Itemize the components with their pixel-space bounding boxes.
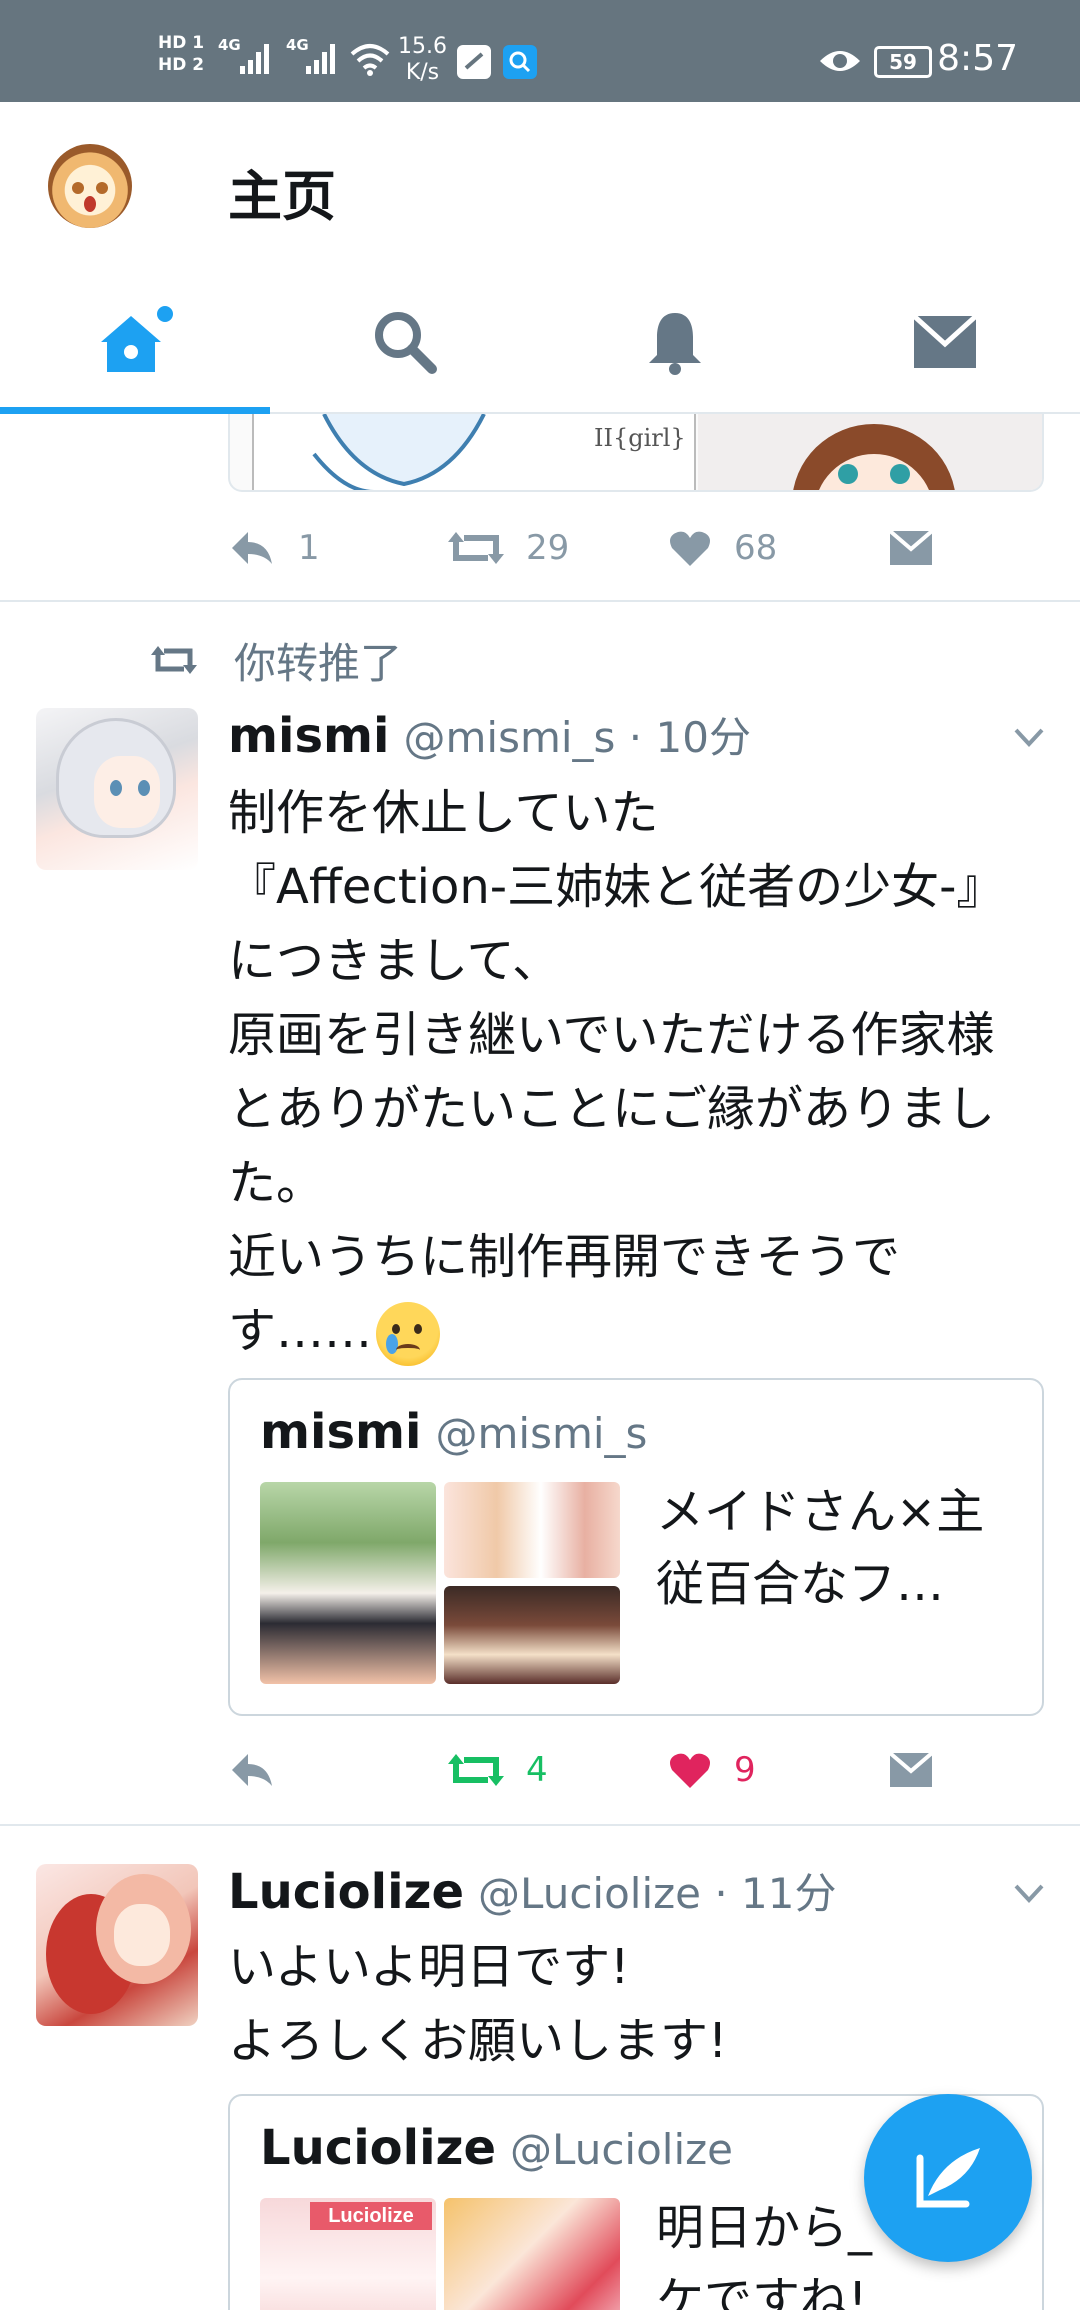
retweet-context-label: 你转推了	[234, 639, 403, 688]
quote-text: メイドさん×主従百合なフ…	[656, 1484, 985, 1612]
divider	[0, 1824, 1080, 1826]
like-count: 9	[734, 1750, 756, 1790]
clock: 8:57	[937, 38, 1018, 79]
quote-thumb-room	[444, 1586, 620, 1684]
signal-bars-icon	[240, 44, 269, 74]
author-name[interactable]: Luciolize	[228, 1864, 464, 1920]
crying-face-emoji-icon	[376, 1302, 441, 1366]
quote-thumb-flyer: Luciolize	[260, 2198, 436, 2310]
reply-icon	[232, 1754, 272, 1786]
dm-share-button[interactable]	[888, 518, 934, 578]
quote-author-handle: @Luciolize	[510, 2125, 734, 2174]
retweet-button[interactable]: 4	[448, 1740, 548, 1800]
media-image-2	[698, 414, 1042, 490]
tweet1-text: 制作を休止していた 『Affection-三姉妹と従者の少女-』につきまして、 …	[228, 776, 1028, 1368]
compose-tweet-button[interactable]	[864, 2094, 1032, 2262]
chevron-down-icon[interactable]	[1012, 1876, 1046, 1910]
mail-icon	[888, 1751, 934, 1787]
author-handle-time[interactable]: @Luciolize · 11分	[478, 1860, 836, 1921]
tab-home[interactable]	[0, 272, 270, 414]
mail-icon	[912, 314, 978, 368]
heart-icon	[670, 531, 710, 566]
quote-thumb-group	[444, 1482, 620, 1578]
heart-icon	[670, 1753, 710, 1788]
divider	[0, 600, 1080, 602]
tweet1-body: 制作を休止していた 『Affection-三姉妹と従者の少女-』につきまして、 …	[228, 785, 1005, 1359]
tear-shape	[386, 1334, 399, 1354]
tab-messages[interactable]	[810, 272, 1080, 412]
tab-search[interactable]	[270, 272, 540, 412]
figure-label: II{girl}	[594, 424, 686, 452]
page-title: 主页	[228, 165, 336, 228]
tab-bar	[0, 272, 1080, 414]
avatar-face	[94, 756, 160, 828]
tweet2-text: いよいよ明日です! よろしくお願いします!	[228, 1939, 728, 2069]
hd1-label: HD 1	[158, 33, 205, 53]
thumb-label: Luciolize	[310, 2202, 432, 2230]
quote-thumb-cover	[444, 2198, 620, 2310]
reply-count: 1	[298, 528, 320, 568]
quote-card[interactable]: mismi @mismi_s メイドさん×主従百合なフ…	[228, 1378, 1044, 1716]
tweet2-header: Luciolize @Luciolize · 11分	[228, 1860, 837, 1921]
tweet1-actions: 4 9	[228, 1740, 1044, 1800]
retweet-icon	[151, 645, 197, 674]
avatar-face	[114, 1904, 170, 1966]
retweet-icon	[448, 532, 504, 564]
tab-notifications[interactable]	[540, 272, 810, 412]
retweet-icon	[448, 1754, 504, 1786]
profile-avatar[interactable]	[48, 144, 132, 228]
app-header: 主页	[0, 102, 1080, 272]
reply-icon	[232, 532, 272, 564]
retweet-count: 4	[526, 1750, 548, 1790]
reply-button[interactable]	[228, 1740, 276, 1800]
mail-icon	[888, 529, 934, 565]
reply-button[interactable]: 1	[228, 518, 320, 578]
hd-indicator: HD 1 HD 2	[158, 32, 204, 76]
retweet-button[interactable]: 29	[448, 518, 569, 578]
hd2-label: HD 2	[158, 55, 205, 75]
quote-header: mismi @mismi_s	[260, 1404, 647, 1460]
app-shield-icon	[457, 45, 491, 79]
speed-value: 15.6	[398, 34, 447, 59]
bell-icon	[649, 313, 701, 375]
status-bar: HD 1 HD 2 4G 4G 15.6 K/s 59 8:57	[0, 0, 1080, 102]
avatar-mismi[interactable]	[36, 708, 198, 870]
like-button[interactable]: 68	[668, 518, 777, 578]
avatar-luciolize[interactable]	[36, 1864, 198, 2026]
network-speed: 15.6 K/s	[398, 34, 447, 86]
quote-author-name: Luciolize	[260, 2120, 497, 2176]
compose-feather-icon	[916, 2148, 980, 2208]
signal-bars-2-icon	[306, 44, 335, 74]
wifi-icon	[350, 44, 390, 76]
tweet0-media[interactable]: II{girl}	[228, 414, 1044, 492]
avatar-eye	[110, 780, 122, 796]
home-icon	[101, 306, 173, 372]
author-name[interactable]: mismi	[228, 708, 390, 764]
tab-active-indicator	[0, 407, 270, 414]
retweet-count: 29	[526, 528, 570, 568]
media-image-1: II{girl}	[252, 414, 696, 490]
retweet-context: 你转推了	[150, 630, 402, 691]
like-count: 68	[734, 528, 778, 568]
quote-header: Luciolize @Luciolize	[260, 2120, 733, 2176]
tweet1-header: mismi @mismi_s · 10分	[228, 704, 751, 765]
like-button[interactable]: 9	[668, 1740, 756, 1800]
dm-share-button[interactable]	[888, 1740, 934, 1800]
quote-thumb-maids	[260, 1482, 436, 1684]
speed-unit: K/s	[405, 60, 440, 85]
eye-comfort-icon	[820, 51, 860, 71]
avatar-face-icon	[72, 182, 108, 212]
quote-author-handle: @mismi_s	[435, 1409, 648, 1458]
tweet0-actions: 1 29 68	[228, 518, 1044, 578]
anime-girl-illustration-icon	[793, 424, 955, 490]
chevron-down-icon[interactable]	[1012, 720, 1046, 754]
avatar-eye	[138, 780, 150, 796]
search-icon	[375, 312, 437, 374]
author-handle-time[interactable]: @mismi_s · 10分	[404, 704, 751, 765]
battery-level: 59	[874, 46, 932, 78]
quote-author-name: mismi	[260, 1404, 422, 1460]
search-app-icon	[503, 45, 537, 79]
